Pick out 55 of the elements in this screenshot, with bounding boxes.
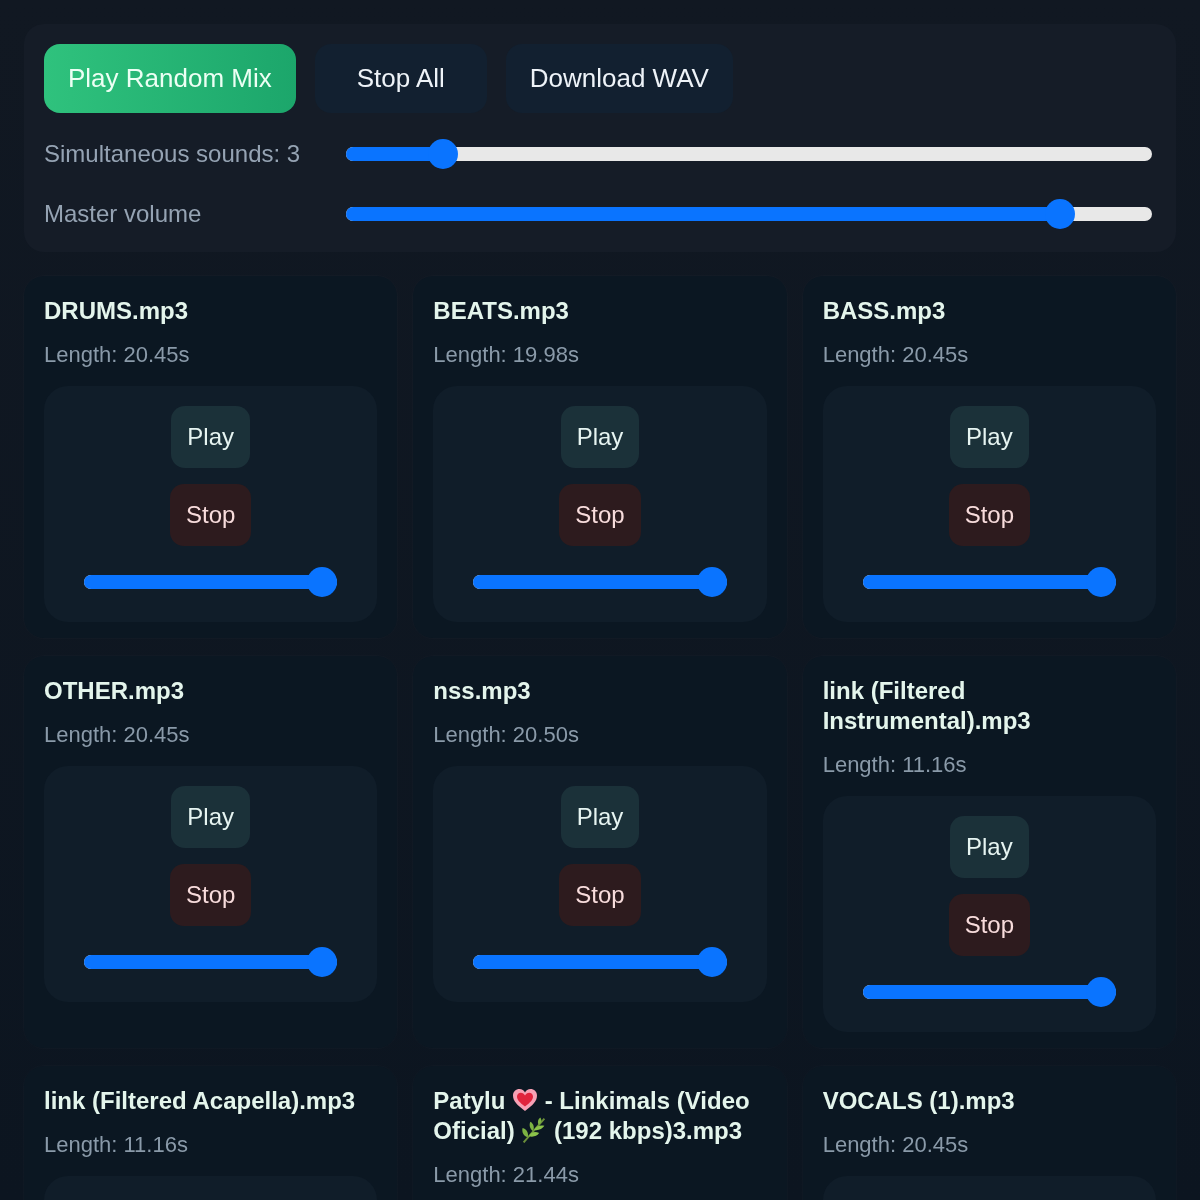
volume-slider[interactable]	[473, 567, 727, 597]
track-title: BASS.mp3	[822, 296, 947, 326]
stop-button[interactable]: Stop	[169, 484, 252, 546]
track-title-text: Patylu	[433, 1087, 506, 1114]
stop-button[interactable]: Stop	[948, 894, 1030, 956]
track-title: OTHER.mp3	[44, 676, 185, 706]
track-title: BEATS.mp3	[433, 296, 570, 326]
track-length: Length: 19.98s	[433, 341, 580, 369]
play-button[interactable]: Play	[950, 406, 1029, 468]
track-length: Length: 11.16s	[822, 751, 968, 779]
stop-button[interactable]: Stop	[169, 864, 252, 926]
setting-slider[interactable]	[346, 139, 1152, 169]
toolbar-button[interactable]: Stop All	[314, 44, 487, 113]
slider-thumb[interactable]	[696, 947, 727, 977]
toolbar-button[interactable]: Download WAV	[505, 44, 733, 113]
setting-slider[interactable]	[346, 199, 1152, 229]
track-length: Length: 20.45s	[822, 341, 970, 369]
stop-button[interactable]: Stop	[948, 484, 1030, 546]
track-title: link (Filtered Acapella).mp3	[44, 1086, 357, 1116]
track-title: VOCALS (1).mp3	[822, 1086, 1016, 1116]
volume-slider[interactable]	[473, 947, 727, 977]
track-length: Length: 11.16s	[44, 1131, 189, 1159]
volume-slider[interactable]	[862, 977, 1116, 1007]
track-title: nss.mp3	[433, 676, 532, 706]
track-length: Length: 20.45s	[44, 721, 191, 749]
heart-icon	[512, 1087, 539, 1113]
slider-thumb[interactable]	[427, 139, 458, 169]
volume-slider[interactable]	[862, 567, 1116, 597]
volume-slider[interactable]	[84, 567, 338, 597]
play-button[interactable]: Play	[950, 816, 1029, 878]
slider-thumb[interactable]	[1086, 567, 1116, 597]
track-length: Length: 20.50s	[433, 721, 580, 749]
setting-label: Simultaneous sounds: 3	[44, 140, 302, 168]
track-title-text: Oficial)	[433, 1117, 515, 1144]
herb-icon	[521, 1117, 548, 1143]
play-button[interactable]: Play	[171, 406, 250, 468]
slider-thumb[interactable]	[307, 567, 338, 597]
slider-thumb[interactable]	[1086, 977, 1116, 1007]
track-title: link (Filtered Instrumental).mp3	[822, 676, 1032, 736]
slider-thumb[interactable]	[696, 567, 727, 597]
track-length: Length: 20.45s	[44, 341, 191, 369]
volume-slider[interactable]	[84, 947, 338, 977]
play-button[interactable]: Play	[560, 406, 640, 468]
play-button[interactable]: Play	[171, 786, 250, 848]
track-title-text: - Linkimals (Video	[544, 1087, 750, 1114]
track-length: Length: 20.45s	[822, 1131, 970, 1159]
stop-button[interactable]: Stop	[559, 864, 641, 926]
stop-button[interactable]: Stop	[559, 484, 641, 546]
play-button[interactable]: Play	[560, 786, 640, 848]
track-length: Length: 21.44s	[433, 1161, 580, 1189]
track-title: DRUMS.mp3	[44, 296, 189, 326]
slider-thumb[interactable]	[1045, 199, 1076, 229]
track-title-text: (192 kbps)3.mp3	[554, 1117, 743, 1144]
setting-label: Master volume	[44, 200, 203, 228]
slider-thumb[interactable]	[307, 947, 338, 977]
